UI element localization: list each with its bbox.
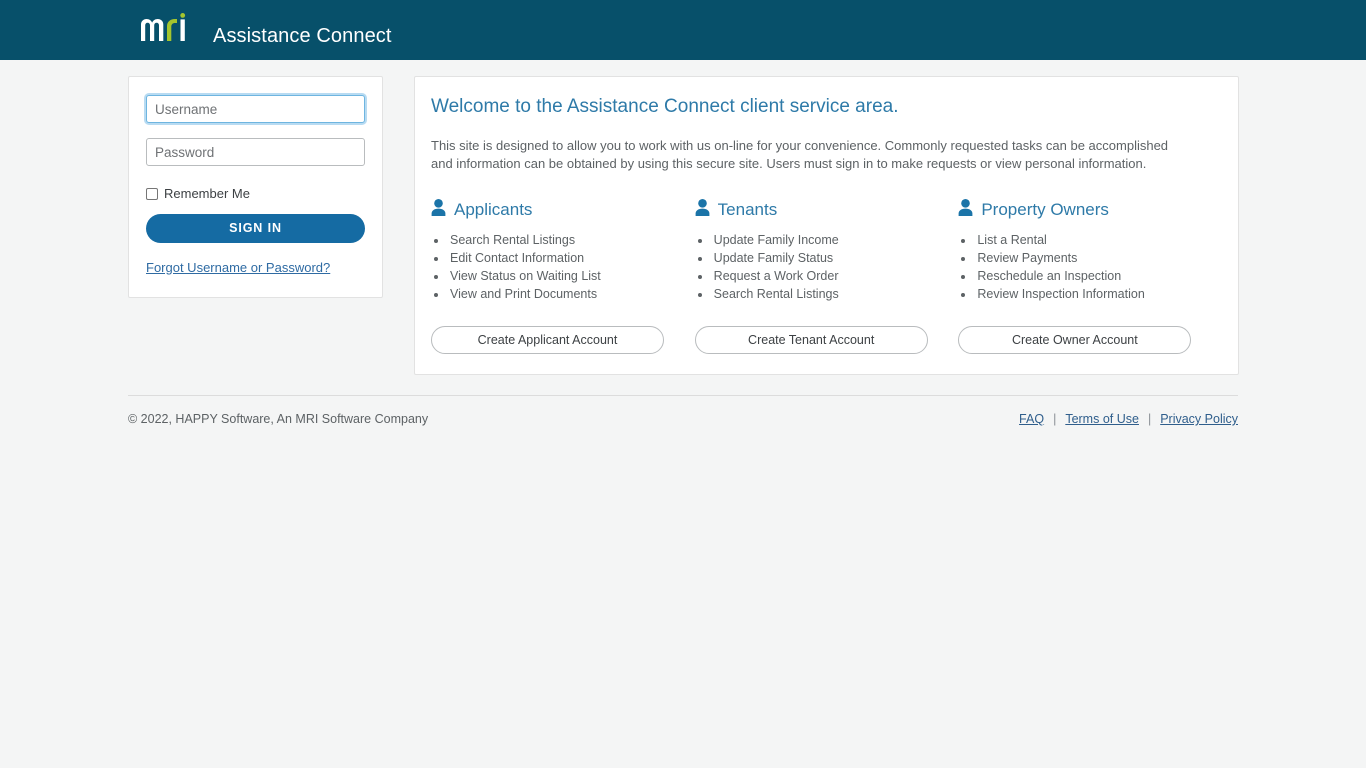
list-item: Search Rental Listings	[712, 285, 959, 303]
feature-list: Search Rental Listings Edit Contact Info…	[431, 231, 695, 303]
page-title: Welcome to the Assistance Connect client…	[431, 96, 899, 117]
list-item: Review Payments	[975, 249, 1222, 267]
feature-list: List a Rental Review Payments Reschedule…	[958, 231, 1222, 303]
column-heading: Applicants	[431, 199, 695, 221]
list-item: View Status on Waiting List	[448, 267, 695, 285]
page-body: Remember Me SIGN IN Forgot Username or P…	[0, 60, 1366, 426]
list-item: Reschedule an Inspection	[975, 267, 1222, 285]
feature-list: Update Family Income Update Family Statu…	[695, 231, 959, 303]
column-title: Applicants	[454, 200, 533, 219]
forgot-credentials-link[interactable]: Forgot Username or Password?	[146, 260, 330, 275]
role-column-applicants: Applicants Search Rental Listings Edit C…	[431, 199, 695, 303]
role-column-property-owners: Property Owners List a Rental Review Pay…	[958, 199, 1222, 303]
link-separator: |	[1053, 412, 1057, 426]
button-cell: Create Applicant Account	[431, 326, 695, 354]
create-applicant-account-button[interactable]: Create Applicant Account	[431, 326, 664, 354]
terms-of-use-link[interactable]: Terms of Use	[1065, 412, 1139, 426]
list-item: Edit Contact Information	[448, 249, 695, 267]
login-card: Remember Me SIGN IN Forgot Username or P…	[128, 76, 383, 298]
site-header: Assistance Connect	[0, 0, 1366, 60]
role-column-tenants: Tenants Update Family Income Update Fami…	[695, 199, 959, 303]
list-item: Search Rental Listings	[448, 231, 695, 249]
list-item: List a Rental	[975, 231, 1222, 249]
footer-links: FAQ | Terms of Use | Privacy Policy	[1019, 412, 1238, 426]
list-item: Review Inspection Information	[975, 285, 1222, 303]
sign-in-button[interactable]: SIGN IN	[146, 214, 365, 243]
intro-text: This site is designed to allow you to wo…	[431, 138, 1169, 171]
welcome-panel: Welcome to the Assistance Connect client…	[414, 76, 1239, 375]
list-item: Update Family Status	[712, 249, 959, 267]
username-input[interactable]	[146, 95, 365, 123]
remember-me-row[interactable]: Remember Me	[146, 186, 365, 201]
remember-me-checkbox[interactable]	[146, 187, 158, 200]
list-item: Request a Work Order	[712, 267, 959, 285]
create-owner-account-button[interactable]: Create Owner Account	[958, 326, 1192, 354]
list-item: Update Family Income	[712, 231, 959, 249]
person-icon	[431, 199, 446, 221]
privacy-policy-link[interactable]: Privacy Policy	[1160, 412, 1238, 426]
create-account-button-row: Create Applicant Account Create Tenant A…	[431, 326, 1222, 354]
column-title: Property Owners	[981, 200, 1109, 219]
list-item: View and Print Documents	[448, 285, 695, 303]
column-heading: Property Owners	[958, 199, 1222, 221]
username-field-wrap	[146, 95, 365, 123]
column-title: Tenants	[717, 200, 778, 219]
create-tenant-account-button[interactable]: Create Tenant Account	[694, 326, 928, 354]
footer-wrap: © 2022, HAPPY Software, An MRI Software …	[128, 395, 1238, 426]
link-separator: |	[1147, 412, 1152, 426]
remember-me-label: Remember Me	[164, 186, 250, 201]
button-cell: Create Tenant Account	[694, 326, 959, 354]
content-row: Remember Me SIGN IN Forgot Username or P…	[0, 76, 1366, 375]
brand[interactable]: Assistance Connect	[140, 12, 392, 48]
site-footer: © 2022, HAPPY Software, An MRI Software …	[128, 396, 1238, 426]
column-heading: Tenants	[695, 199, 959, 221]
password-input[interactable]	[146, 138, 365, 166]
person-icon	[958, 199, 973, 221]
brand-title: Assistance Connect	[213, 24, 392, 47]
copyright-text: © 2022, HAPPY Software, An MRI Software …	[128, 412, 429, 426]
role-columns: Applicants Search Rental Listings Edit C…	[431, 199, 1222, 303]
password-field-wrap	[146, 138, 365, 166]
person-icon	[695, 199, 710, 221]
mri-logo-icon	[140, 12, 204, 48]
faq-link[interactable]: FAQ	[1019, 412, 1044, 426]
button-cell: Create Owner Account	[958, 326, 1222, 354]
